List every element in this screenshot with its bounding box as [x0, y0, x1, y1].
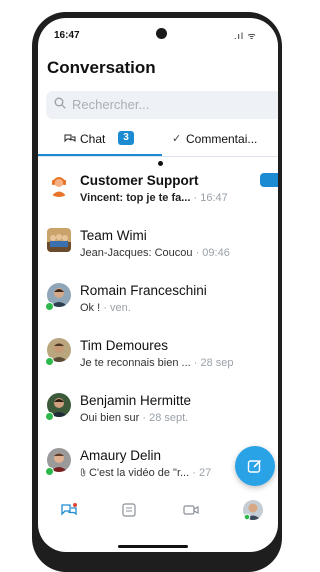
- search-icon: [54, 97, 66, 109]
- search-input[interactable]: Rechercher...: [46, 91, 278, 119]
- home-indicator: [118, 545, 188, 548]
- tab-comments[interactable]: ✓ Commentai...: [172, 128, 278, 154]
- conversation-preview: C'est la vidéo de "r...: [89, 467, 190, 479]
- tab-comments-label: Commentai...: [186, 132, 258, 146]
- conversation-time: 27: [198, 467, 212, 479]
- conversation-time: 28 sept.: [149, 412, 189, 424]
- conversation-name: Customer Support: [80, 173, 199, 188]
- attachment-icon: [80, 468, 86, 477]
- conversation-name: Amaury Delin: [80, 448, 162, 463]
- status-time: 16:47: [54, 30, 80, 41]
- conversation-time: ven.: [109, 302, 131, 314]
- online-status-dot: [45, 302, 54, 311]
- typing-indicator-dot: [158, 161, 163, 166]
- online-status-dot: [45, 467, 54, 476]
- avatar: [47, 228, 71, 252]
- conversation-name: Team Wimi: [80, 228, 147, 243]
- compose-icon: [247, 459, 262, 473]
- avatar: [47, 173, 71, 197]
- conversation-item-tim-demoures[interactable]: Tim Demoures Je te reconnais bien ... · …: [38, 338, 278, 390]
- bottom-nav: [38, 498, 278, 532]
- online-status-dot: [45, 412, 54, 421]
- page-title: Conversation: [47, 58, 156, 77]
- conversation-preview-line: C'est la vidéo de "r... · 27: [80, 467, 211, 479]
- nav-video-icon[interactable]: [182, 502, 200, 518]
- conversation-name: Benjamin Hermitte: [80, 393, 192, 408]
- tab-chat-label: Chat: [80, 132, 106, 146]
- conversation-time: 28 sep: [200, 357, 234, 369]
- camera-notch: [156, 28, 167, 39]
- nav-profile-avatar[interactable]: [243, 500, 263, 520]
- conversation-preview-line: Oui bien sur · 28 sept.: [80, 412, 189, 424]
- tab-bar: Chat 3 ✓ Commentai...: [38, 128, 278, 157]
- app-screen: 16:47 .ıl ᯤ Conversation Rechercher... C…: [38, 18, 278, 552]
- tab-chat[interactable]: Chat 3: [38, 128, 162, 156]
- chat-bubbles-icon: [64, 134, 76, 143]
- check-icon: ✓: [172, 133, 182, 145]
- unread-count-badge: 3: [118, 131, 134, 145]
- compose-button[interactable]: [235, 446, 275, 486]
- conversation-item-customer-support[interactable]: Customer Support Vincent: top je te fa..…: [38, 173, 278, 225]
- conversation-preview: Vincent: top je te fa...: [80, 192, 191, 204]
- conversation-preview-line: Je te reconnais bien ... · 28 sep: [80, 357, 234, 369]
- conversation-preview-line: Ok ! · ven.: [80, 302, 131, 314]
- conversation-item-team-wimi[interactable]: Team Wimi Jean-Jacques: Coucou · 09:46: [38, 228, 278, 280]
- conversation-preview: Je te reconnais bien ...: [80, 357, 191, 369]
- online-status-dot: [45, 357, 54, 366]
- conversation-name: Tim Demoures: [80, 338, 169, 353]
- conversation-item-romain-franceschini[interactable]: Romain Franceschini Ok ! · ven.: [38, 283, 278, 335]
- conversation-item-benjamin-hermitte[interactable]: Benjamin Hermitte Oui bien sur · 28 sept…: [38, 393, 278, 445]
- conversation-preview: Oui bien sur: [80, 412, 140, 424]
- status-icons: .ıl ᯤ: [234, 31, 257, 41]
- conversation-time: 09:46: [202, 247, 230, 259]
- conversation-name: Romain Franceschini: [80, 283, 207, 298]
- conversation-time: 16:47: [200, 192, 228, 204]
- nav-board-icon[interactable]: [120, 502, 138, 518]
- conversation-preview: Ok !: [80, 302, 101, 314]
- conversation-preview-line: Vincent: top je te fa... · 16:47: [80, 192, 228, 204]
- conversation-preview: Jean-Jacques: Coucou: [80, 247, 193, 259]
- unread-indicator: [260, 173, 278, 187]
- conversation-preview-line: Jean-Jacques: Coucou · 09:46: [80, 247, 230, 259]
- search-placeholder: Rechercher...: [72, 97, 150, 112]
- nav-chat-icon[interactable]: [60, 502, 78, 518]
